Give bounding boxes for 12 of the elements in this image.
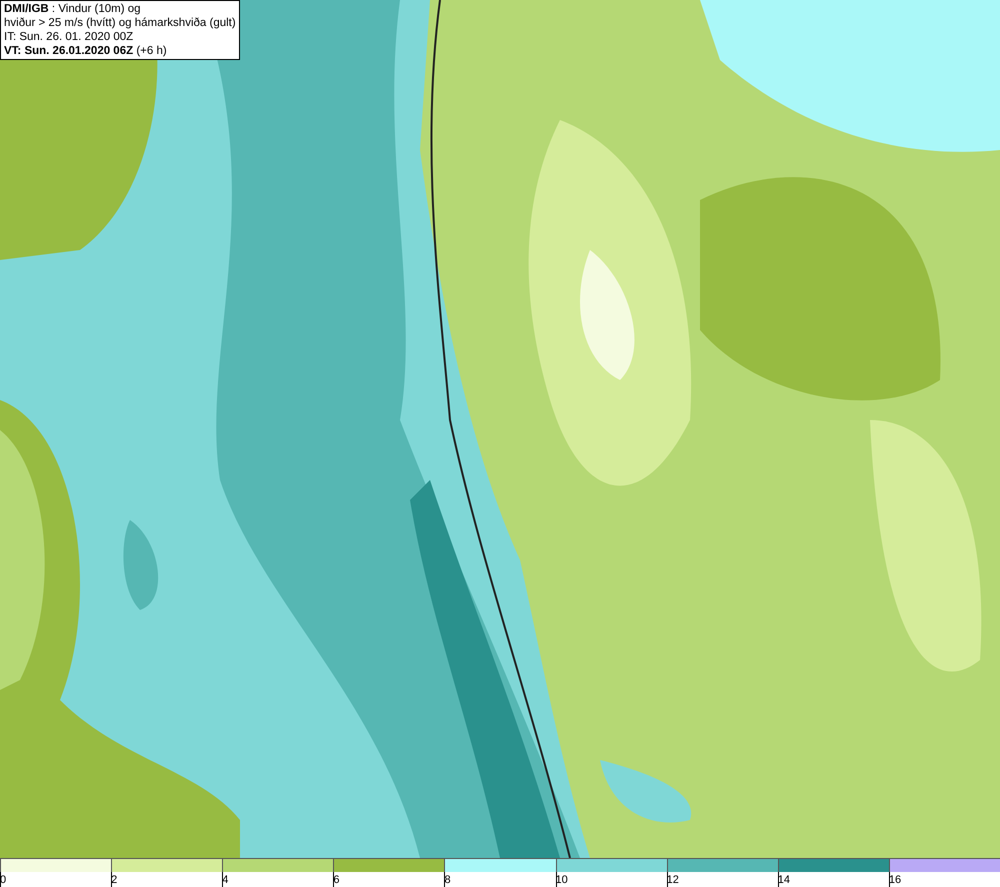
legend-label: 14	[778, 874, 790, 887]
title-text: DMI/IGB : Vindur (10m) og	[4, 2, 142, 16]
title-text: IT: Sun. 26. 01. 2020 00Z	[4, 30, 134, 44]
legend-label: 8	[444, 874, 451, 887]
legend-label: 10	[556, 874, 568, 887]
legend-label: 6	[333, 874, 340, 887]
title-text: VT: Sun. 26.01.2020 06Z (+6 h)	[4, 44, 168, 58]
legend-label: 2	[111, 874, 118, 887]
legend-label: 12	[666, 874, 679, 887]
legend-label: 4	[222, 874, 228, 887]
title-text: hviður > 25 m/s (hvítt) og hámarkshviða (gult)	[4, 16, 236, 30]
legend-label: 16	[888, 874, 902, 887]
